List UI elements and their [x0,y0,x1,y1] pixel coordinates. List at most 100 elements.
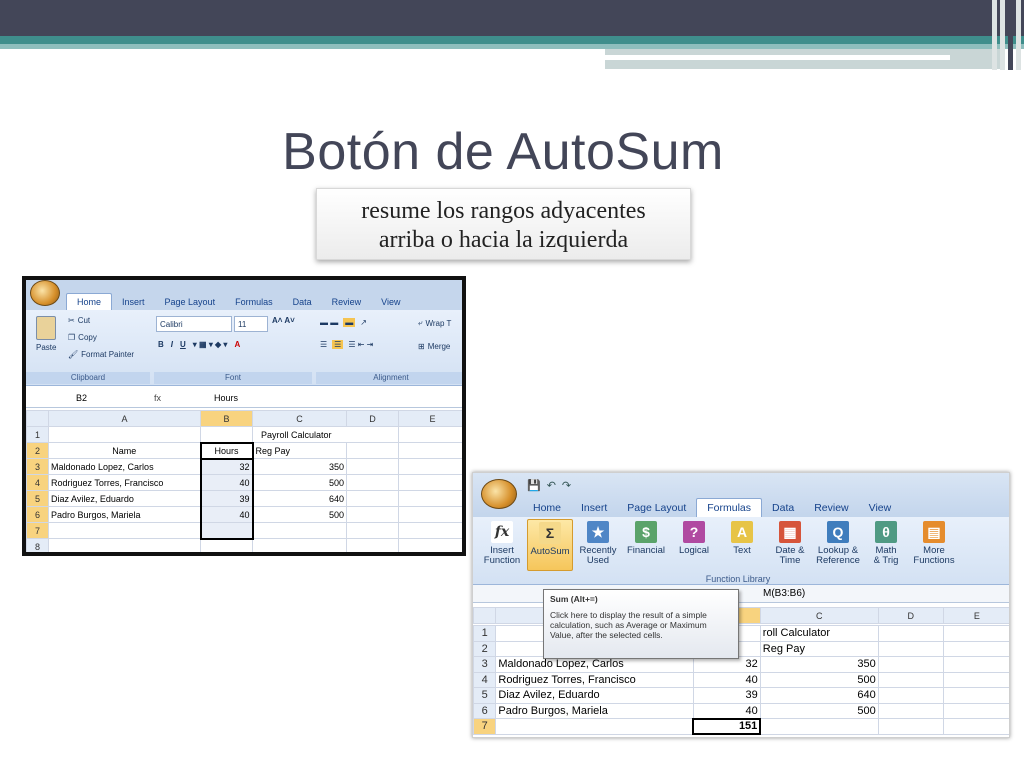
tab-view[interactable]: View [859,499,902,517]
active-cell[interactable]: Hours [199,441,254,460]
cell[interactable] [252,538,347,552]
cell[interactable]: roll Calculator [759,625,879,642]
tab-insert[interactable]: Insert [112,294,155,310]
tab-insert[interactable]: Insert [571,499,617,517]
column-header-e[interactable]: E [942,607,1009,624]
bold-italic-underline-buttons[interactable]: B I U ▾ ▦ ▾ ◆ ▾ A [158,340,240,349]
column-header-a[interactable]: A [48,410,201,427]
tab-data[interactable]: Data [762,499,804,517]
cell[interactable]: 500 [252,474,347,491]
cell[interactable] [942,702,1009,719]
cell[interactable] [200,538,253,552]
cell[interactable]: 350 [252,458,347,475]
cell[interactable] [877,625,944,642]
cell[interactable]: 40 [199,474,254,491]
row-header[interactable]: 5 [473,687,497,704]
cell[interactable] [942,687,1009,704]
merge-button[interactable]: ⊞ Merge [418,342,450,351]
row-header[interactable]: 5 [26,490,49,507]
text-button[interactable]: A Text [719,519,765,571]
column-header-c[interactable]: C [759,607,879,624]
row-header[interactable]: 6 [473,702,497,719]
cell[interactable] [346,538,399,552]
date-time-button[interactable]: ▦ Date & Time [767,519,813,571]
cell[interactable] [252,522,347,539]
row-header[interactable]: 7 [473,718,497,735]
cell[interactable] [346,442,399,459]
cell[interactable]: 32 [199,458,254,475]
cell[interactable] [877,718,944,735]
cell[interactable]: Name [48,442,201,459]
align-top-middle-bottom-buttons[interactable]: ▬ ▬ ▬ ↗ [320,318,367,327]
cell[interactable] [346,522,399,539]
cell[interactable]: 39 [692,687,761,704]
formula-input[interactable]: Hours [214,393,238,403]
cell[interactable] [759,718,879,735]
tab-review[interactable]: Review [322,294,372,310]
cell[interactable] [398,474,462,491]
cell[interactable]: 40 [692,702,761,719]
cell[interactable] [346,474,399,491]
cell[interactable]: Reg Pay [759,640,879,657]
row-header[interactable]: 4 [26,474,49,491]
cell[interactable] [877,656,944,673]
cell[interactable] [398,506,462,523]
row-header[interactable]: 8 [26,538,49,552]
tab-view[interactable]: View [371,294,410,310]
column-header-d[interactable]: D [877,607,944,624]
office-button-icon[interactable] [481,479,517,509]
cell[interactable] [199,522,254,540]
column-header-b[interactable]: B [200,410,253,427]
row-header[interactable]: 7 [26,522,49,539]
autosum-button[interactable]: Σ AutoSum [527,519,573,571]
select-all-corner[interactable] [26,410,49,427]
cell[interactable] [200,426,253,443]
row-header[interactable]: 4 [473,671,497,688]
cell[interactable]: 39 [199,490,254,507]
math-trig-button[interactable]: θ Math & Trig [863,519,909,571]
cell[interactable] [942,640,1009,657]
financial-button[interactable]: $ Financial [623,519,669,571]
cell[interactable]: Diaz Avilez, Eduardo [48,490,201,507]
tab-home[interactable]: Home [523,499,571,517]
cell[interactable] [398,458,462,475]
cell[interactable]: 500 [759,671,879,688]
row-header[interactable]: 2 [473,640,497,657]
cell[interactable]: Rodriguez Torres, Francisco [48,474,201,491]
paste-button[interactable]: Paste [36,316,56,352]
tab-review[interactable]: Review [804,499,858,517]
tab-formulas[interactable]: Formulas [696,498,763,517]
tab-home[interactable]: Home [66,293,113,310]
cell-title[interactable]: Payroll Calculator [252,426,399,443]
office-button-icon[interactable] [30,280,60,306]
cell[interactable]: 640 [759,687,879,704]
row-header[interactable]: 1 [473,625,497,642]
cell[interactable] [346,506,399,523]
align-left-center-right-buttons[interactable]: ☰ ☰ ☰ ⇤ ⇥ [320,340,373,349]
cell[interactable] [942,625,1009,642]
cell[interactable]: 500 [759,702,879,719]
cut-button[interactable]: ✂ Cut [68,316,90,325]
cell[interactable] [942,718,1009,735]
cell[interactable]: 350 [759,656,879,673]
cell[interactable] [346,458,399,475]
row-header[interactable]: 3 [473,656,497,673]
tab-page-layout[interactable]: Page Layout [617,499,696,517]
row-header[interactable]: 6 [26,506,49,523]
autosum-result-cell[interactable]: 151 [692,717,762,735]
cell[interactable] [877,671,944,688]
name-box[interactable]: B2 [26,393,154,403]
row-header[interactable]: 3 [26,458,49,475]
format-painter-button[interactable]: 🖌 Format Painter [68,350,134,359]
cell[interactable]: Reg Pay [252,442,347,459]
column-header-c[interactable]: C [252,410,347,427]
row-header[interactable]: 1 [26,426,49,443]
cell[interactable] [48,522,201,539]
cell[interactable]: Diaz Avilez, Eduardo [495,687,694,704]
grow-shrink-font-buttons[interactable]: A˄ A˅ [272,316,295,325]
cell[interactable]: 500 [252,506,347,523]
font-size-select[interactable]: 11 [234,316,268,332]
cell[interactable]: Maldonado Lopez, Carlos [48,458,201,475]
tab-data[interactable]: Data [283,294,322,310]
cell[interactable] [398,522,462,539]
